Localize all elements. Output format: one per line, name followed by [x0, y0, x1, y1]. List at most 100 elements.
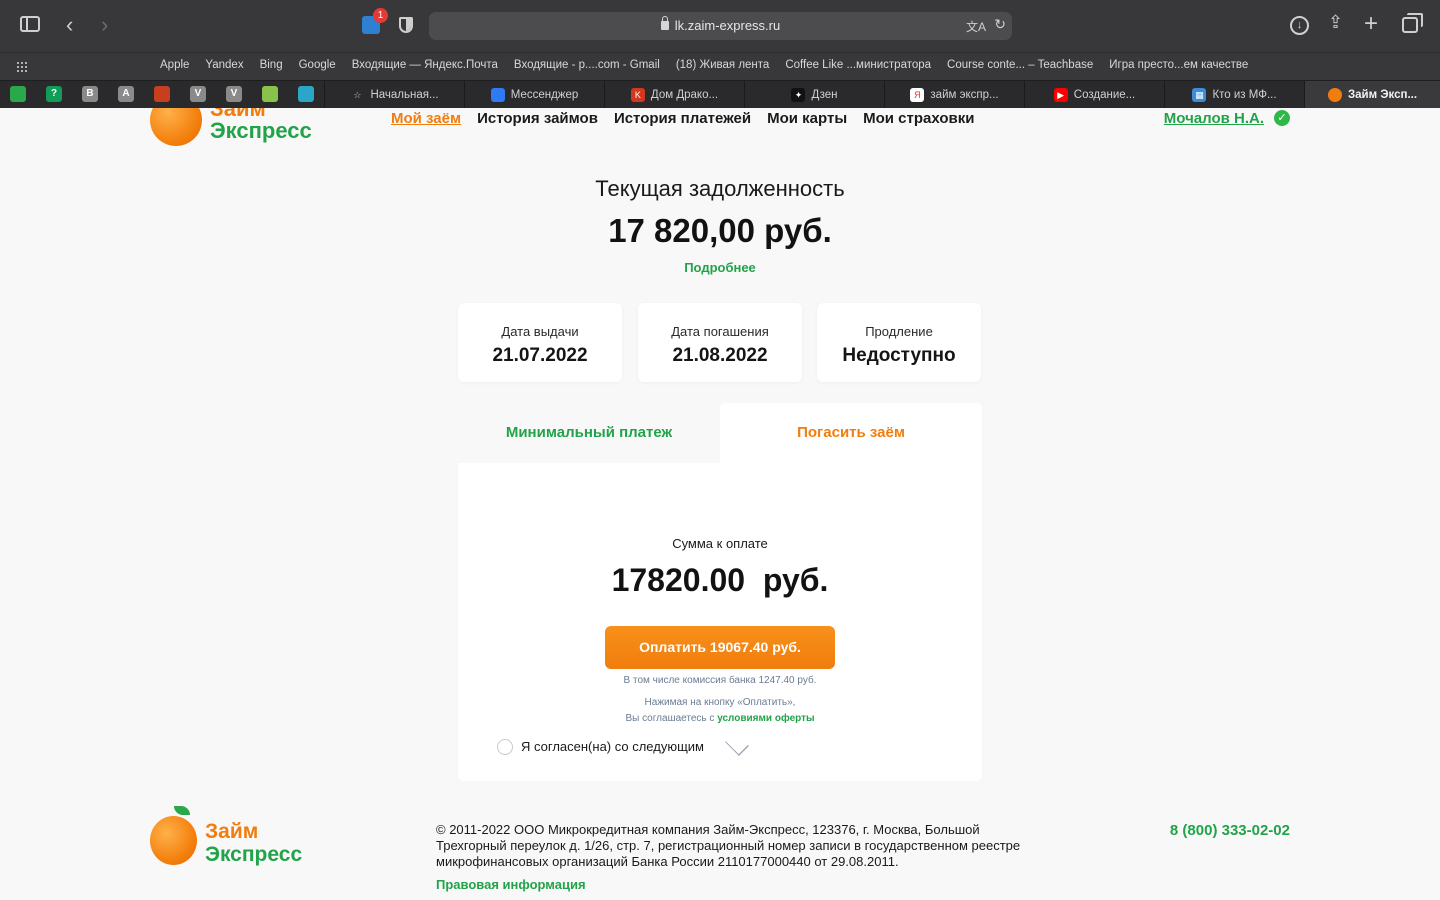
forward-chevron-icon[interactable]: › [101, 14, 108, 36]
favorite-link[interactable]: Google [299, 59, 336, 71]
offer-note: Нажимая на кнопку «Оплатить», Вы соглаша… [458, 695, 982, 727]
card-value: 21.08.2022 [672, 345, 768, 366]
offer-note-prefix: Вы соглашаетесь с [625, 713, 718, 724]
browser-tab[interactable]: K Дом Драко... [604, 81, 744, 108]
tab-favicon-icon: Я [910, 87, 925, 102]
browser-tab[interactable]: ✦ Дзен [744, 81, 884, 108]
footer-phone[interactable]: 8 (800) 333-02-02 [1170, 822, 1290, 839]
payment-panel: Сумма к оплате 17820.00 руб. Оплатить 19… [458, 463, 982, 781]
pinned-tab-icon[interactable] [10, 86, 26, 102]
bank-fee-note: В том числе комиссия банка 1247.40 руб. [623, 675, 817, 686]
translate-icon[interactable]: 文A [966, 18, 986, 35]
extension-card: Продление Недоступно [817, 303, 981, 382]
verified-check-icon: ✓ [1274, 110, 1290, 126]
pinned-tab-icon[interactable]: A [118, 86, 134, 102]
url-text: lk.zaim-express.ru [674, 18, 781, 33]
tab-label: займ экспр... [930, 88, 999, 101]
favorite-link[interactable]: Coffee Like ...министратора [785, 59, 931, 71]
browser-toolbar: ‹ › 1 lk.zaim-express.ru 文A ↻ ↓ ⇪ + [0, 0, 1440, 52]
details-link: Подробнее [0, 260, 1440, 275]
debt-amount: 17 820,00 руб. [608, 212, 832, 249]
pinned-tab-icon[interactable] [262, 86, 278, 102]
footer-logo-text-bottom[interactable]: Экспресс [205, 844, 302, 865]
main-nav: Мой заём История займов История платежей… [391, 110, 974, 127]
footer-logo-leaf-icon [174, 806, 190, 815]
tab-favicon-icon: ✦ [791, 87, 806, 102]
pinned-tab-icon[interactable] [298, 86, 314, 102]
browser-tab[interactable]: Язайм экспр... [884, 81, 1024, 108]
card-label: Продление [865, 324, 933, 339]
page-content: Займ Экспресс Мой заём История займов Ис… [0, 108, 1440, 900]
pinned-tab-icon[interactable] [154, 86, 170, 102]
nav-my-insurance[interactable]: Мои страховки [863, 110, 974, 127]
tab-repay-loan[interactable]: Погасить заём [720, 403, 982, 463]
tab-favicon-icon: ☆ [353, 89, 362, 100]
favorites-list: Apple Yandex Bing Google Входящие — Яндекс.П… [160, 59, 1280, 71]
footer-logo-orange-icon[interactable] [150, 816, 197, 865]
favorite-link[interactable]: Course conte... – Teachbase [947, 59, 1093, 71]
issue-date-card: Дата выдачи 21.07.2022 [458, 303, 622, 382]
legal-info-link[interactable]: Правовая информация [436, 877, 586, 892]
offer-terms-link[interactable]: условиями оферты [717, 713, 814, 724]
tab-label: Кто из МФ... [1212, 88, 1277, 101]
pinned-tab-icon[interactable]: V [226, 86, 242, 102]
browser-tab[interactable]: Займ Эксп... [1304, 81, 1440, 108]
nav-payment-history[interactable]: История платежей [614, 110, 751, 127]
nav-loan-history[interactable]: История займов [477, 110, 598, 127]
pinned-tab-icon[interactable]: ? [46, 86, 62, 102]
repayment-date-card: Дата погашения 21.08.2022 [638, 303, 802, 382]
reload-icon[interactable]: ↻ [994, 16, 1006, 33]
lock-icon [660, 16, 669, 30]
debt-title: Текущая задолженность [595, 176, 845, 201]
grid-icon[interactable] [16, 61, 28, 73]
favorite-link[interactable]: Входящие — Яндекс.Почта [352, 59, 498, 71]
browser-tab[interactable]: ☆ Начальная... [324, 81, 464, 108]
tab-label: Начальная... [370, 88, 439, 101]
download-icon[interactable]: ↓ [1290, 16, 1309, 35]
card-value: 21.07.2022 [492, 345, 588, 366]
offer-note-line1: Нажимая на кнопку «Оплатить», [644, 697, 796, 708]
browser-tab[interactable]: ▦ Кто из МФ... [1164, 81, 1304, 108]
favorite-link[interactable]: Входящие - p....com - Gmail [514, 59, 660, 71]
back-chevron-icon[interactable]: ‹ [66, 14, 73, 36]
user-name-link[interactable]: Мочалов Н.А. [1164, 110, 1264, 127]
favorite-link[interactable]: Bing [260, 59, 283, 71]
new-tab-plus-icon[interactable]: + [1364, 12, 1378, 36]
pinned-tab-icon[interactable]: V [190, 86, 206, 102]
tab-label: Мессенджер [510, 88, 579, 101]
sidebar-toggle-icon[interactable] [20, 16, 40, 32]
favorite-link[interactable]: Apple [160, 59, 189, 71]
favorites-bar: Apple Yandex Bing Google Входящие — Яндекс.П… [0, 52, 1440, 80]
logo-orange-icon[interactable] [150, 108, 202, 146]
agree-label[interactable]: Я согласен(на) со следующим [521, 739, 704, 754]
agree-radio[interactable] [497, 739, 513, 755]
tab-overview-icon[interactable] [1402, 13, 1423, 33]
favorite-link[interactable]: Игра престо...ем качестве [1109, 59, 1248, 71]
sum-value: 17820.00 руб. [611, 562, 829, 598]
address-bar[interactable]: lk.zaim-express.ru 文A ↻ [429, 12, 1012, 40]
tab-favicon-icon: ▶ [1053, 87, 1068, 102]
footer-logo-text-top[interactable]: Займ [205, 821, 258, 842]
privacy-shield-icon[interactable] [399, 17, 413, 33]
share-icon[interactable]: ⇪ [1328, 13, 1343, 31]
tab-favicon-icon [1327, 87, 1342, 102]
footer-legal-text: © 2011-2022 ООО Микрокредитная компания … [436, 822, 1021, 869]
card-label: Дата выдачи [501, 324, 579, 339]
extension-badge: 1 [373, 8, 388, 23]
tab-minimum-payment[interactable]: Минимальный платеж [458, 403, 720, 463]
browser-tab[interactable]: Мессенджер [464, 81, 604, 108]
pinned-tab-icon[interactable]: B [82, 86, 98, 102]
tab-label: Дзен [811, 88, 838, 101]
nav-my-loan[interactable]: Мой заём [391, 110, 461, 127]
tab-favicon-icon: ▦ [1192, 87, 1207, 102]
favorite-link[interactable]: Yandex [205, 59, 243, 71]
tab-favicon-icon: K [630, 87, 645, 102]
pay-button[interactable]: Оплатить 19067.40 руб. [605, 626, 835, 669]
nav-my-cards[interactable]: Мои карты [767, 110, 847, 127]
sum-label: Сумма к оплате [672, 536, 768, 551]
details-link-text[interactable]: Подробнее [684, 260, 756, 275]
favorite-link[interactable]: (18) Живая лента [676, 59, 769, 71]
chevron-down-icon[interactable] [725, 732, 749, 756]
browser-tab[interactable]: ▶ Создание... [1024, 81, 1164, 108]
logo-text-bottom[interactable]: Экспресс [210, 120, 312, 142]
